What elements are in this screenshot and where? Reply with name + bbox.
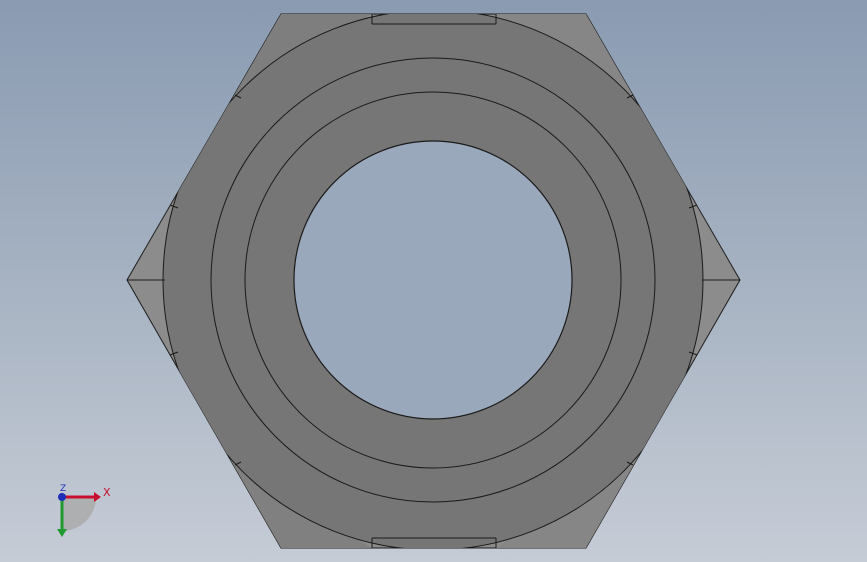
graphics-viewport[interactable]: X Z — [0, 0, 867, 562]
nut-model[interactable] — [0, 0, 867, 562]
triad-quadrant — [62, 497, 96, 531]
bore-hole — [293, 140, 573, 420]
triad-z-label: Z — [60, 484, 67, 494]
y-axis-arrow-icon — [57, 529, 67, 537]
triad-x-label: X — [103, 486, 111, 499]
triad[interactable] — [57, 492, 101, 537]
x-axis-arrow-icon — [94, 492, 101, 502]
